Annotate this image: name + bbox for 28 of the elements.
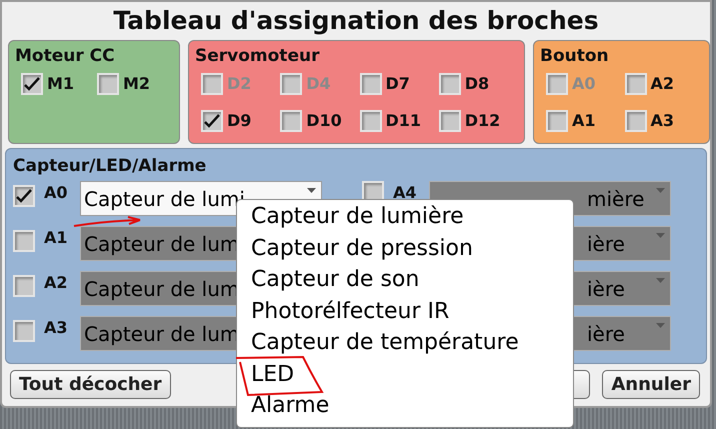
pin-label: D12: [464, 110, 500, 132]
pin-label: D2: [227, 73, 252, 95]
pin-label: M2: [123, 73, 150, 95]
group-title: Moteur CC: [15, 45, 116, 67]
window-title: Tableau d'assignation des broches: [112, 5, 600, 38]
pin-label: M1: [47, 73, 74, 95]
group-title: Servomoteur: [195, 45, 320, 67]
field-value: mière: [587, 186, 644, 212]
pin-label: A0: [44, 183, 68, 202]
pin-label: A1: [572, 110, 596, 132]
pin-label: D11: [386, 110, 422, 132]
pin-label: D4: [306, 73, 331, 95]
field-value: ière: [587, 320, 625, 348]
pin-label: A4: [393, 183, 417, 202]
pin-label: D9: [227, 110, 252, 132]
pin-label: D10: [306, 110, 342, 132]
field-value: ière: [587, 276, 625, 302]
pin-label: A0: [572, 73, 596, 95]
field-value: ière: [587, 230, 625, 258]
pin-label: D7: [386, 73, 410, 95]
group-title: Capteur/LED/Alarme: [13, 155, 208, 178]
pin-label: A2: [650, 73, 674, 95]
pin-label: A1: [44, 228, 68, 247]
pin-label: D8: [464, 73, 490, 95]
pin-label: A3: [650, 110, 674, 132]
pin-label: A2: [44, 273, 68, 292]
group-title: Bouton: [540, 45, 610, 67]
pin-label: A3: [44, 318, 68, 337]
